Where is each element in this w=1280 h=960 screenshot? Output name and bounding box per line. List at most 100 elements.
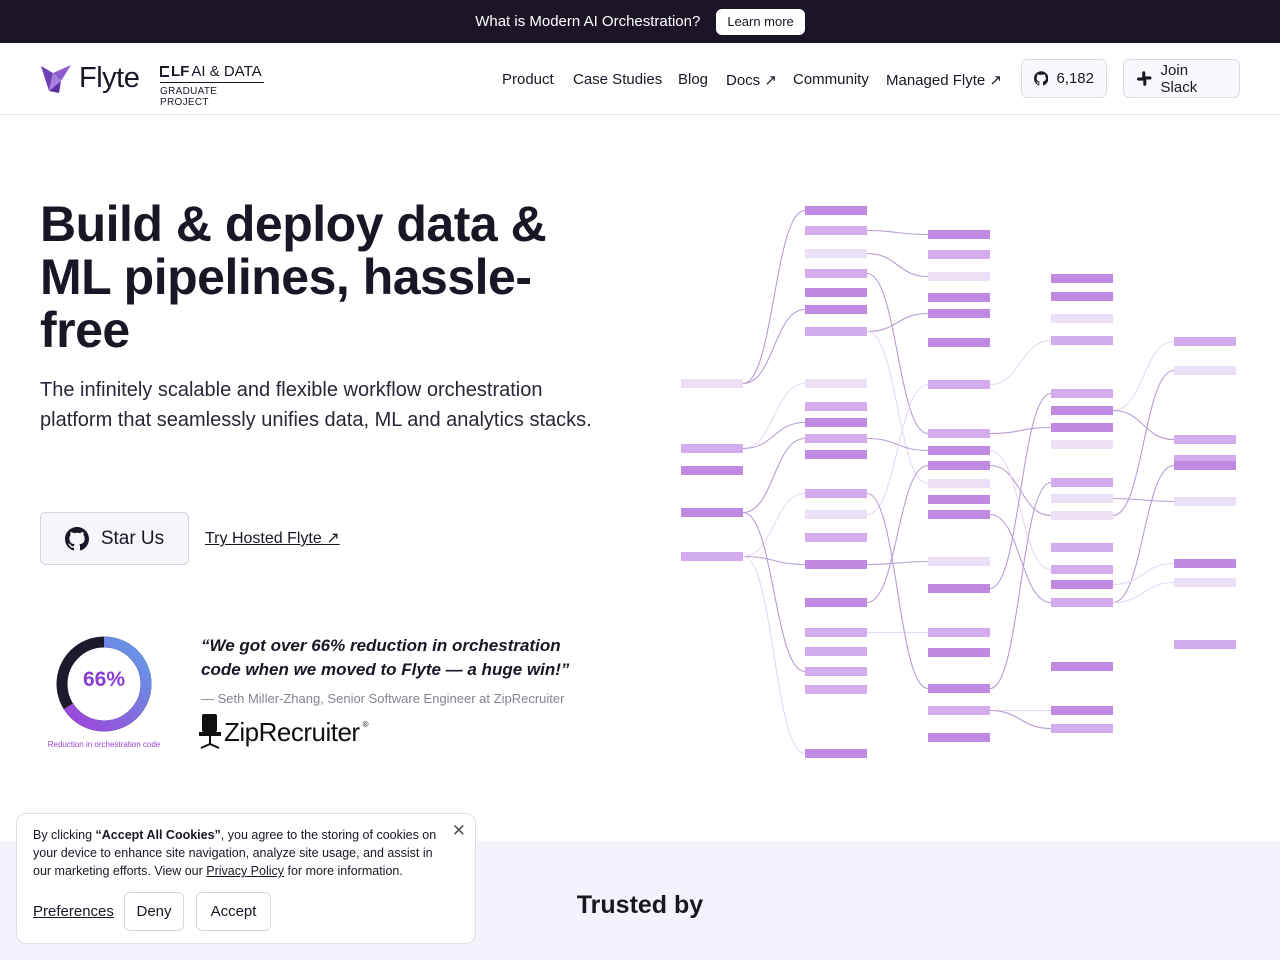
dag-node — [805, 327, 867, 336]
cookie-accept-all-phrase: “Accept All Cookies” — [95, 828, 221, 842]
dag-node — [928, 733, 990, 742]
dag-node — [1174, 640, 1236, 649]
zip-chair-icon — [199, 714, 221, 749]
flyte-logo[interactable]: Flyte — [39, 62, 140, 95]
dag-node — [805, 402, 867, 411]
dag-edge — [742, 308, 806, 385]
star-us-button[interactable]: Star Us — [40, 512, 189, 565]
dag-node — [681, 552, 743, 561]
main-nav: Flyte LF AI & DATA GRADUATE PROJECT Prod… — [0, 43, 1280, 115]
dag-node — [805, 667, 867, 676]
pipeline-dag-illustration — [681, 206, 1236, 758]
hero-subtitle: The infinitely scalable and flexible wor… — [40, 379, 592, 431]
dag-node — [928, 628, 990, 637]
dag-node — [1051, 478, 1113, 487]
dag-node — [1051, 389, 1113, 398]
dag-edge — [742, 437, 806, 514]
dag-edge — [742, 209, 806, 385]
dag-edge — [866, 560, 929, 566]
donut-value: 66% — [82, 668, 126, 691]
github-icon — [64, 526, 89, 550]
nav-item-product[interactable]: Product — [502, 71, 554, 88]
dag-edge — [742, 492, 806, 558]
lf-text: LF — [171, 63, 190, 80]
dag-node — [928, 706, 990, 715]
learn-more-button[interactable]: Learn more — [716, 8, 805, 35]
dag-node — [928, 461, 990, 470]
dag-node — [928, 250, 990, 259]
nav-item-blog[interactable]: Blog — [678, 71, 708, 88]
dag-node — [805, 206, 867, 215]
dag-edge — [1112, 581, 1175, 604]
dag-edge — [866, 492, 929, 690]
dag-node — [805, 434, 867, 443]
star-us-label: Star Us — [100, 527, 165, 549]
testimonial-quote: “We got over 66% reduction in orchestrat… — [201, 636, 570, 679]
dag-node — [805, 685, 867, 694]
cookie-preferences-link[interactable]: Preferences — [33, 903, 114, 920]
join-slack-label: Join Slack — [1160, 61, 1198, 96]
dag-node — [928, 510, 990, 519]
dag-node — [805, 379, 867, 388]
dag-node — [1051, 292, 1113, 301]
dag-edge — [1112, 562, 1175, 586]
dag-node — [928, 495, 990, 504]
dag-node — [928, 429, 990, 438]
dag-node — [1051, 274, 1113, 283]
dag-node — [1051, 494, 1113, 503]
dag-node — [805, 305, 867, 314]
dag-edge — [1112, 464, 1175, 604]
slack-icon — [1137, 71, 1152, 86]
cookie-banner: By clicking “Accept All Cookies”, you ag… — [16, 813, 476, 944]
nav-item-community[interactable]: Community — [793, 71, 869, 88]
privacy-policy-link[interactable]: Privacy Policy — [206, 864, 284, 878]
dag-edge — [1112, 497, 1175, 503]
cookie-deny-button[interactable]: Deny — [124, 892, 184, 931]
dag-node — [805, 418, 867, 427]
dag-node — [928, 479, 990, 488]
lf-ai-data-badge[interactable]: LF AI & DATA GRADUATE PROJECT — [160, 63, 264, 108]
logo-text: Flyte — [79, 62, 140, 94]
try-hosted-flyte-link[interactable]: Try Hosted Flyte ↗ — [205, 528, 340, 548]
dag-node — [1051, 543, 1113, 552]
dag-node — [805, 489, 867, 498]
dag-node — [805, 450, 867, 459]
ziprecruiter-logo: ZipRecruiter ® — [199, 714, 369, 750]
dag-edge — [989, 339, 1052, 386]
dag-node — [805, 249, 867, 258]
dag-node — [928, 293, 990, 302]
dag-edge — [866, 383, 929, 516]
dag-node — [805, 628, 867, 637]
dag-node — [928, 272, 990, 281]
close-icon[interactable]: ✕ — [452, 821, 466, 841]
dag-edge — [866, 229, 929, 236]
dag-node — [1051, 423, 1113, 432]
github-stars-button[interactable]: 6,182 — [1021, 59, 1107, 98]
dag-edge — [989, 513, 1052, 604]
dag-node — [681, 444, 743, 453]
graduate-project-text: GRADUATE PROJECT — [160, 86, 218, 108]
dag-node — [1174, 337, 1236, 346]
nav-item-managed-flyte[interactable]: Managed Flyte ↗ — [886, 71, 1002, 89]
dag-edge — [866, 312, 929, 333]
dag-node — [805, 647, 867, 656]
dag-edge — [989, 449, 1052, 571]
dag-node — [1051, 440, 1113, 449]
ziprecruiter-trademark: ® — [362, 719, 369, 729]
dag-node — [1051, 336, 1113, 345]
nav-item-docs[interactable]: Docs ↗ — [726, 71, 777, 89]
dag-node — [1051, 406, 1113, 415]
dag-edge — [866, 252, 929, 278]
donut-caption: Reduction in orchestration code — [47, 740, 161, 749]
hero-title: Build & deploy data & ML pipelines, hass… — [40, 196, 547, 358]
join-slack-button[interactable]: Join Slack — [1123, 59, 1240, 98]
announcement-bar: What is Modern AI Orchestration? Learn m… — [0, 0, 1280, 43]
flyte-logo-icon — [41, 64, 71, 93]
testimonial-attribution: — Seth Miller-Zhang, Senior Software Eng… — [201, 691, 565, 706]
dag-node — [928, 684, 990, 693]
dag-node — [1051, 598, 1113, 607]
nav-item-case-studies[interactable]: Case Studies — [573, 71, 662, 88]
dag-node — [928, 380, 990, 389]
dag-node — [1174, 435, 1236, 444]
cookie-accept-button[interactable]: Accept — [196, 892, 271, 931]
